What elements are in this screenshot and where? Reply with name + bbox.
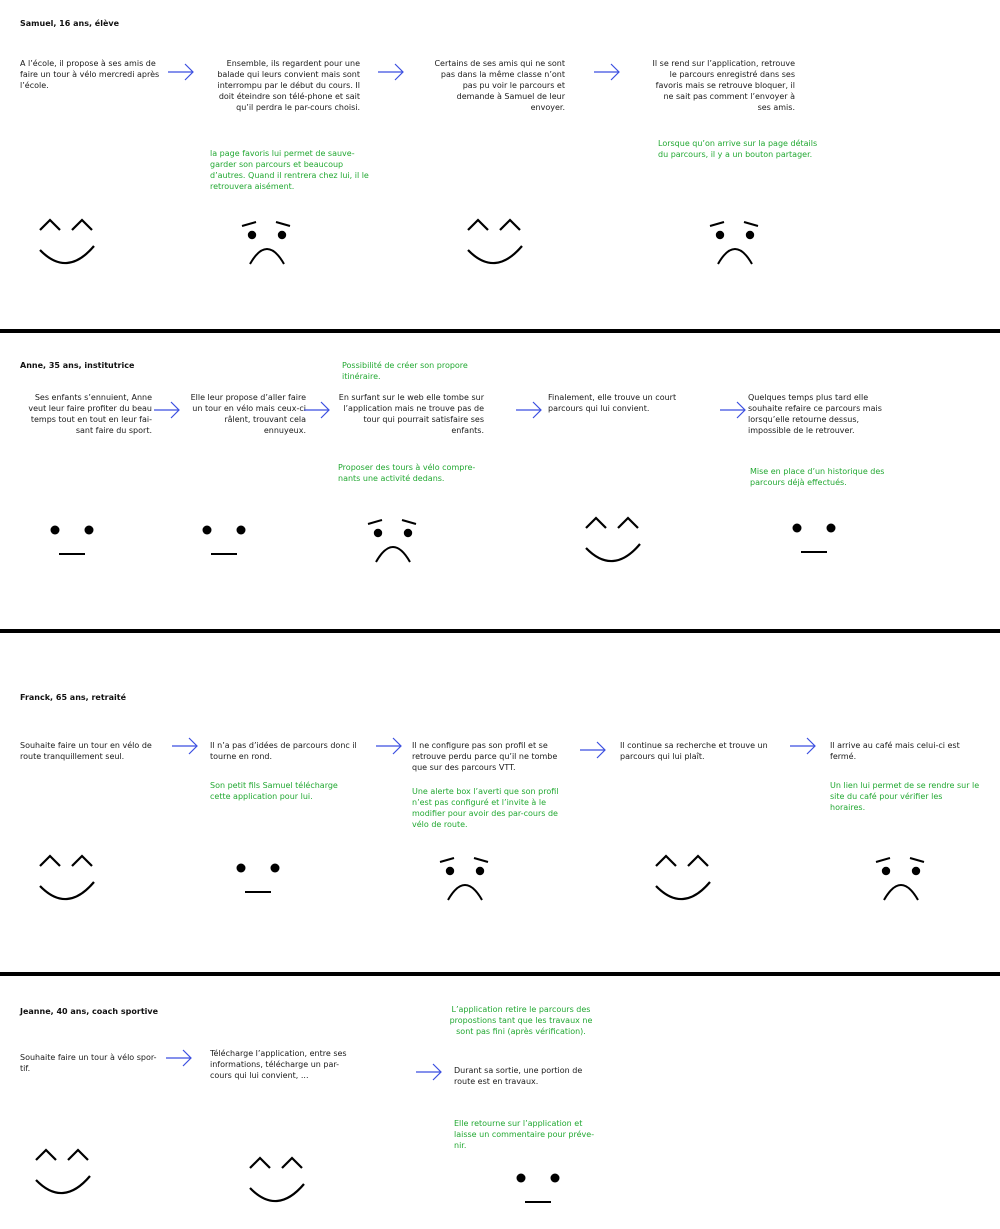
arrow-right-icon xyxy=(304,401,330,419)
neutral-face-icon xyxy=(236,863,280,893)
step-text: Il se rend sur l’application, retrouve l… xyxy=(652,59,795,112)
section-divider xyxy=(0,972,1000,976)
sad-face-icon xyxy=(367,519,417,563)
step-text: Souhaite faire un tour en vélo de route … xyxy=(20,741,152,761)
happy-face-icon xyxy=(585,516,641,563)
persona-title-franck: Franck, 65 ans, retraité xyxy=(20,693,127,702)
improvement-note: Mise en place d’un historique des parcou… xyxy=(750,467,885,487)
step-text: Il continue sa recherche et trouve un pa… xyxy=(620,741,768,761)
step-text: Certains de ses amis qui ne sont pas dan… xyxy=(434,59,565,112)
persona-title-anne: Anne, 35 ans, institutrice xyxy=(20,361,135,370)
step-text: Ses enfants s’ennuient, Anne veut leur f… xyxy=(28,393,152,435)
happy-face-icon xyxy=(39,218,95,265)
happy-face-icon xyxy=(467,218,523,265)
step-text: Quelques temps plus tard elle souhaite r… xyxy=(748,393,882,435)
arrow-right-icon xyxy=(580,741,606,759)
arrow-right-icon xyxy=(378,63,404,81)
persona-title-jeanne: Jeanne, 40 ans, coach sportive xyxy=(20,1007,159,1016)
arrow-right-icon xyxy=(376,737,402,755)
step-text: Il ne configure pas son profil et se ret… xyxy=(412,741,558,772)
step-text: Il arrive au café mais celui-ci est ferm… xyxy=(830,741,960,761)
section-divider xyxy=(0,629,1000,633)
neutral-face-icon xyxy=(50,525,94,555)
neutral-face-icon xyxy=(516,1173,560,1203)
improvement-note: Possibilité de créer son propore itinéra… xyxy=(342,361,468,381)
neutral-face-icon xyxy=(792,523,836,553)
happy-face-icon xyxy=(39,854,95,901)
arrow-right-icon xyxy=(154,401,180,419)
step-text: Ensemble, ils regardent pour une balade … xyxy=(217,59,360,112)
step-text: A l’école, il propose à ses amis de fair… xyxy=(20,59,160,90)
sad-face-icon xyxy=(709,221,759,265)
improvement-note: Son petit fils Samuel télécharge cette a… xyxy=(210,781,338,801)
happy-face-icon xyxy=(655,854,711,901)
arrow-right-icon xyxy=(516,401,542,419)
improvement-note: L’application retire le parcours des pro… xyxy=(449,1005,593,1036)
improvement-note: Lorsque qu’on arrive sur la page détails… xyxy=(658,139,818,159)
step-text: Télécharge l’application, entre ses info… xyxy=(210,1049,347,1080)
arrow-right-icon xyxy=(720,401,746,419)
arrow-right-icon xyxy=(168,63,194,81)
improvement-note: la page favoris lui permet de sauve-gard… xyxy=(210,149,369,191)
arrow-right-icon xyxy=(416,1063,442,1081)
step-text: Finalement, elle trouve un court parcour… xyxy=(548,393,677,413)
step-text: Durant sa sortie, une portion de route e… xyxy=(454,1066,583,1086)
sad-face-icon xyxy=(439,857,489,901)
happy-face-icon xyxy=(35,1148,91,1195)
step-text: En surfant sur le web elle tombe sur l’a… xyxy=(338,393,484,435)
step-text: Il n’a pas d’idées de parcours donc il t… xyxy=(210,741,357,761)
happy-face-icon xyxy=(249,1156,305,1203)
arrow-right-icon xyxy=(172,737,198,755)
step-text: Souhaite faire un tour à vélo spor-tif. xyxy=(20,1053,157,1073)
improvement-note: Un lien lui permet de se rendre sur le s… xyxy=(830,781,980,812)
neutral-face-icon xyxy=(202,525,246,555)
persona-title-samuel: Samuel, 16 ans, élève xyxy=(20,19,120,28)
step-text: Elle leur propose d’aller faire un tour … xyxy=(190,393,306,435)
improvement-note: Proposer des tours à vélo compre-nants u… xyxy=(338,463,476,483)
arrow-right-icon xyxy=(166,1049,192,1067)
sad-face-icon xyxy=(875,857,925,901)
section-divider xyxy=(0,329,1000,333)
improvement-note: Elle retourne sur l’application et laiss… xyxy=(454,1119,595,1150)
arrow-right-icon xyxy=(790,737,816,755)
improvement-note: Une alerte box l’averti que son profil n… xyxy=(412,787,559,829)
arrow-right-icon xyxy=(594,63,620,81)
sad-face-icon xyxy=(241,221,291,265)
